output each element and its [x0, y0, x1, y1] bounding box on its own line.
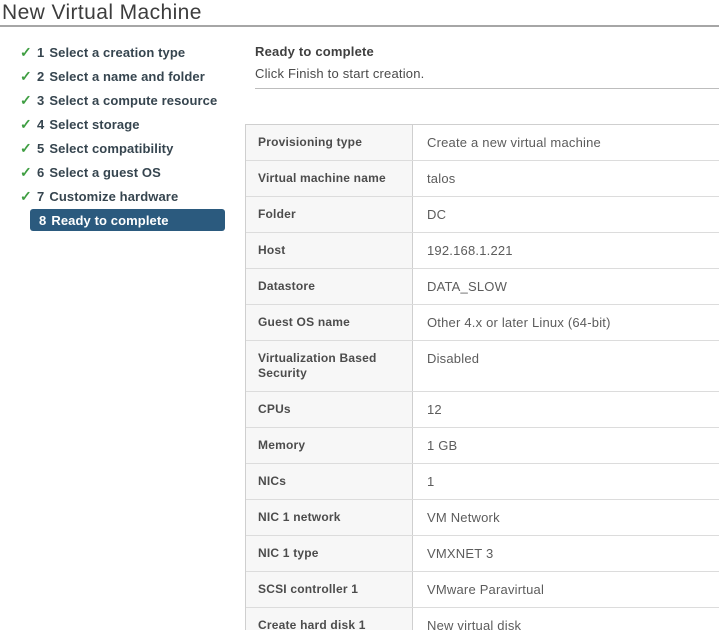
row-label: Virtual machine name [246, 161, 413, 196]
row-label: NIC 1 network [246, 500, 413, 535]
row-value: Create a new virtual machine [413, 125, 719, 160]
row-value: Other 4.x or later Linux (64-bit) [413, 305, 719, 340]
table-row: CPUs 12 [246, 392, 719, 428]
row-label: Virtualization Based Security [246, 341, 413, 391]
step-label: Select a creation type [49, 45, 185, 60]
table-row: Memory 1 GB [246, 428, 719, 464]
table-row: NIC 1 type VMXNET 3 [246, 536, 719, 572]
step-label: Select storage [49, 117, 139, 132]
wizard-step[interactable]: ✓ 7 Customize hardware [20, 184, 250, 208]
table-row: Virtual machine name talos [246, 161, 719, 197]
row-label: Provisioning type [246, 125, 413, 160]
row-value: DATA_SLOW [413, 269, 719, 304]
step-number: 3 [37, 93, 44, 108]
row-label: Create hard disk 1 [246, 608, 413, 630]
wizard-step[interactable]: ✓ 2 Select a name and folder [20, 64, 250, 88]
check-icon: ✓ [20, 69, 37, 83]
row-value: VM Network [413, 500, 719, 535]
row-label: NICs [246, 464, 413, 499]
row-label: Guest OS name [246, 305, 413, 340]
step-label: Customize hardware [49, 189, 178, 204]
table-row: Host 192.168.1.221 [246, 233, 719, 269]
check-icon: ✓ [20, 93, 37, 107]
table-row: Folder DC [246, 197, 719, 233]
step-number: 2 [37, 69, 44, 84]
row-label: Folder [246, 197, 413, 232]
step-label: Ready to complete [51, 213, 168, 228]
check-icon: ✓ [20, 141, 37, 155]
row-value: talos [413, 161, 719, 196]
step-label: Select compatibility [49, 141, 173, 156]
table-row: NICs 1 [246, 464, 719, 500]
row-value: 192.168.1.221 [413, 233, 719, 268]
row-value: VMXNET 3 [413, 536, 719, 571]
row-value: 1 GB [413, 428, 719, 463]
row-label: SCSI controller 1 [246, 572, 413, 607]
step-number: 8 [39, 213, 46, 228]
wizard-step[interactable]: ✓ 6 Select a guest OS [20, 160, 250, 184]
table-row: Provisioning type Create a new virtual m… [246, 125, 719, 161]
table-row: NIC 1 network VM Network [246, 500, 719, 536]
step-label: Select a name and folder [49, 69, 205, 84]
table-row: Virtualization Based Security Disabled [246, 341, 719, 392]
page-title: New Virtual Machine [2, 1, 202, 25]
summary-table: Provisioning type Create a new virtual m… [245, 124, 719, 630]
row-label: CPUs [246, 392, 413, 427]
check-icon: ✓ [20, 189, 37, 203]
step-number: 4 [37, 117, 44, 132]
step-number: 5 [37, 141, 44, 156]
row-label: Datastore [246, 269, 413, 304]
table-row: SCSI controller 1 VMware Paravirtual [246, 572, 719, 608]
step-heading: Ready to complete [255, 44, 374, 59]
table-row: Guest OS name Other 4.x or later Linux (… [246, 305, 719, 341]
row-value: Disabled [413, 341, 719, 391]
row-value: DC [413, 197, 719, 232]
row-value: 1 [413, 464, 719, 499]
table-row: Datastore DATA_SLOW [246, 269, 719, 305]
wizard-step[interactable]: ✓ 3 Select a compute resource [20, 88, 250, 112]
row-label: Host [246, 233, 413, 268]
row-label: Memory [246, 428, 413, 463]
check-icon: ✓ [20, 165, 37, 179]
step-label: Select a compute resource [49, 93, 217, 108]
title-divider [0, 25, 719, 27]
wizard-step-active[interactable]: 8 Ready to complete [30, 209, 225, 231]
wizard-step[interactable]: ✓ 4 Select storage [20, 112, 250, 136]
wizard-step[interactable]: ✓ 5 Select compatibility [20, 136, 250, 160]
row-value: New virtual disk [413, 608, 719, 630]
check-icon: ✓ [20, 117, 37, 131]
step-number: 1 [37, 45, 44, 60]
content-divider [255, 88, 719, 89]
step-subheading: Click Finish to start creation. [255, 66, 424, 81]
check-icon: ✓ [20, 45, 37, 59]
wizard-steps: ✓ 1 Select a creation type ✓ 2 Select a … [20, 40, 250, 232]
row-value: VMware Paravirtual [413, 572, 719, 607]
wizard-step[interactable]: ✓ 1 Select a creation type [20, 40, 250, 64]
table-row: Create hard disk 1 New virtual disk [246, 608, 719, 630]
row-value: 12 [413, 392, 719, 427]
step-number: 7 [37, 189, 44, 204]
step-label: Select a guest OS [49, 165, 161, 180]
step-number: 6 [37, 165, 44, 180]
row-label: NIC 1 type [246, 536, 413, 571]
